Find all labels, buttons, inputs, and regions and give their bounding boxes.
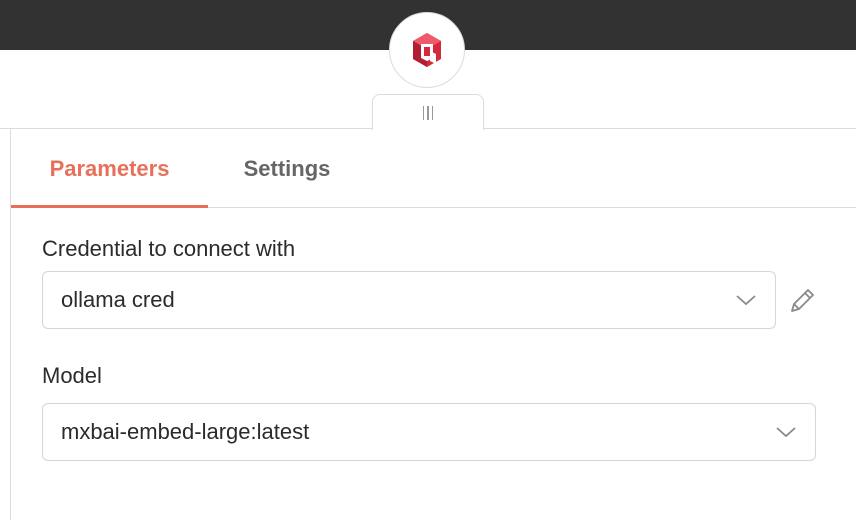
node-icon-badge	[389, 12, 465, 88]
credential-value: ollama cred	[61, 287, 175, 312]
chevron-down-icon	[776, 427, 796, 438]
tab-parameters[interactable]: Parameters	[11, 129, 208, 208]
chevron-down-icon	[736, 295, 756, 306]
tab-bar: Parameters Settings	[11, 129, 856, 208]
pencil-edit-icon[interactable]	[786, 287, 818, 315]
node-settings-page: Parameters Settings Credential to connec…	[0, 0, 856, 520]
model-select[interactable]: mxbai-embed-large:latest	[42, 403, 816, 461]
model-label: Model	[42, 363, 102, 388]
credential-label: Credential to connect with	[42, 236, 296, 261]
credential-select[interactable]: ollama cred	[42, 271, 776, 329]
grip-icon	[422, 105, 434, 120]
tab-settings[interactable]: Settings	[208, 129, 366, 208]
cube-hexagon-logo-icon	[413, 33, 441, 67]
panel-drag-handle[interactable]	[372, 94, 484, 130]
model-value: mxbai-embed-large:latest	[61, 419, 310, 444]
